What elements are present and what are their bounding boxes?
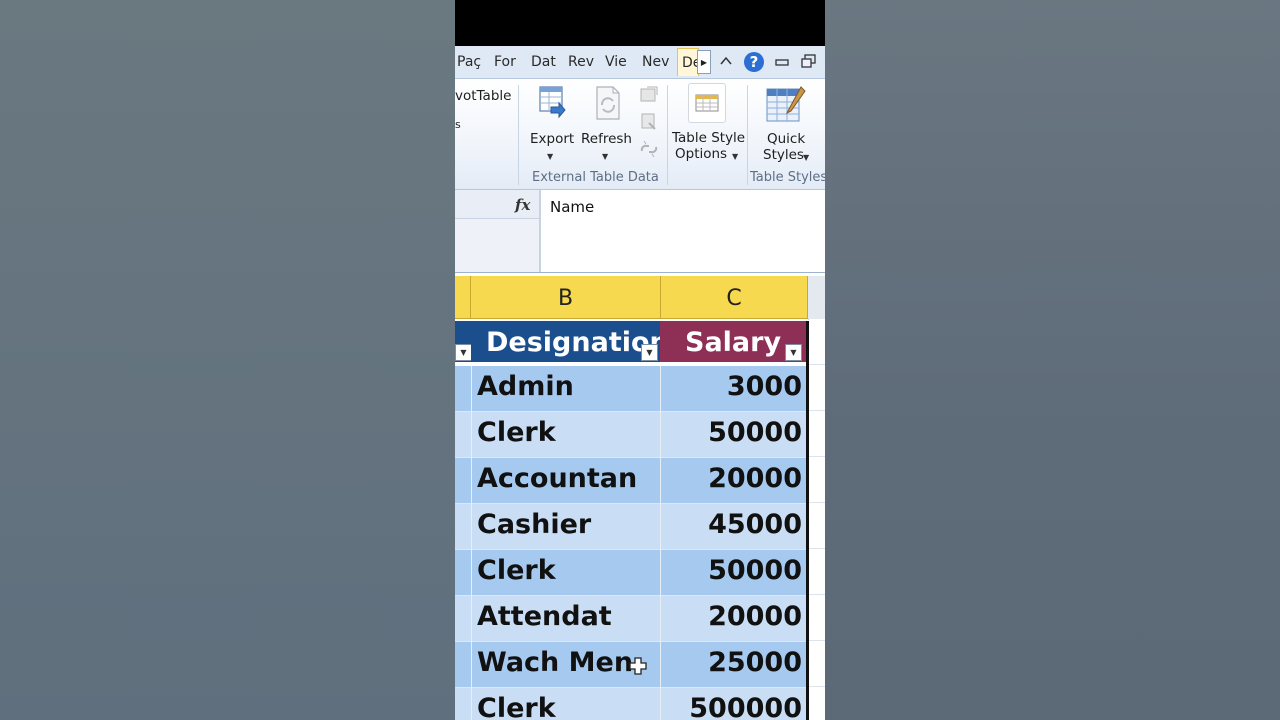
export-dropdown-icon: ▼ [547, 152, 554, 161]
table-row: Clerk 50000 [455, 412, 808, 458]
table-style-options-label-1: Table Style [672, 130, 746, 146]
export-button[interactable]: Export ▼ [527, 83, 577, 163]
formula-bar-divider [539, 190, 540, 272]
cell-select-cursor-icon [629, 657, 647, 675]
designation-cell[interactable]: Accountan [477, 463, 637, 494]
salary-cell[interactable]: 50000 [708, 417, 802, 448]
designation-cell[interactable]: Clerk [477, 693, 556, 720]
ribbon-separator [667, 85, 668, 185]
black-top-bar [455, 0, 825, 46]
table-header-cell-a[interactable]: ▼ [455, 321, 472, 362]
column-header-a[interactable] [455, 276, 471, 319]
minimize-ribbon-icon[interactable] [720, 54, 732, 70]
table-style-options-dropdown-icon: ▼ [732, 152, 739, 161]
table-row: Admin 3000 [455, 366, 808, 412]
tab-formulas[interactable]: For [494, 54, 516, 70]
pivottable-label[interactable]: votTable [455, 88, 511, 104]
designation-cell[interactable]: Attendat [477, 601, 612, 632]
worksheet-grid: B C ▼ Designation ▼ Salary ▼ Admin 3000 … [455, 276, 825, 720]
salary-cell[interactable]: 25000 [708, 647, 802, 678]
window-minimize-icon[interactable] [775, 56, 789, 72]
quick-styles-dropdown-icon: ▼ [803, 153, 810, 162]
refresh-dropdown-icon: ▼ [602, 152, 609, 161]
table-row: Clerk 50000 [455, 550, 808, 596]
salary-cell[interactable]: 50000 [708, 555, 802, 586]
window-restore-icon[interactable] [801, 54, 816, 72]
excel-window: Paç For Dat Rev Vie Nev De ▶ ? votTable … [455, 0, 825, 720]
insert-function-icon[interactable]: fx [515, 196, 530, 214]
properties-icon[interactable] [639, 85, 659, 107]
designation-cell[interactable]: Admin [477, 371, 574, 402]
designation-cell[interactable]: Clerk [477, 555, 556, 586]
column-header-b[interactable]: B [471, 276, 661, 319]
salary-filter-dropdown-icon[interactable]: ▼ [785, 344, 802, 361]
table-styles-group-label: Table Styles [750, 170, 825, 185]
salary-cell[interactable]: 20000 [708, 463, 802, 494]
tab-new[interactable]: Nev [642, 54, 669, 70]
tab-scroll-right-icon[interactable]: ▶ [697, 50, 711, 74]
column-d-cells[interactable] [809, 319, 825, 720]
table-header-cell-designation[interactable]: Designation ▼ [471, 321, 669, 362]
designation-filter-dropdown-icon[interactable]: ▼ [641, 344, 658, 361]
ribbon-tab-bar: Paç For Dat Rev Vie Nev De [455, 46, 825, 79]
table-row: Accountan 20000 [455, 458, 808, 504]
refresh-icon [593, 85, 623, 125]
table-row: Attendat 20000 [455, 596, 808, 642]
name-box-expanded-area [455, 219, 541, 272]
ribbon-separator [518, 85, 519, 185]
salary-cell[interactable]: 45000 [708, 509, 802, 540]
designation-cell[interactable]: Wach Men [477, 647, 633, 678]
filter-dropdown-icon[interactable]: ▼ [455, 344, 472, 361]
background-right [825, 0, 1280, 720]
tab-review[interactable]: Rev [568, 54, 594, 70]
table-header-cell-salary[interactable]: Salary ▼ [660, 321, 808, 362]
salary-cell[interactable]: 3000 [727, 371, 802, 402]
quick-styles-label-2: Styles [763, 147, 804, 163]
salary-cell[interactable]: 20000 [708, 601, 802, 632]
table-style-options-label-2: Options [675, 146, 728, 162]
salary-header: Salary [685, 327, 782, 358]
open-in-browser-icon[interactable] [639, 111, 659, 135]
left-label-fragment: s [455, 118, 461, 131]
table-style-options-button[interactable]: Table Style Options ▼ [671, 81, 745, 165]
refresh-button[interactable]: Refresh ▼ [581, 83, 633, 163]
tab-page-layout[interactable]: Paç [457, 54, 481, 70]
table-style-options-icon [688, 83, 726, 123]
table-row: Clerk 500000 [455, 688, 808, 720]
formula-input[interactable]: Name [550, 198, 594, 216]
table-row: Cashier 45000 [455, 504, 808, 550]
external-table-data-group-label: External Table Data [532, 170, 659, 185]
tab-data[interactable]: Dat [531, 54, 556, 70]
quick-styles-icon [765, 85, 807, 129]
column-header-c[interactable]: C [661, 276, 808, 319]
salary-cell[interactable]: 500000 [689, 693, 802, 720]
unlink-icon[interactable] [639, 139, 659, 163]
refresh-label: Refresh [581, 131, 632, 147]
formula-bar: fx Name [455, 190, 825, 273]
quick-styles-button[interactable]: Quick Styles ▼ [755, 83, 821, 167]
background-left [0, 0, 455, 720]
tab-design[interactable]: De [677, 48, 699, 76]
help-icon[interactable]: ? [744, 52, 764, 72]
designation-cell[interactable]: Clerk [477, 417, 556, 448]
tab-view[interactable]: Vie [605, 54, 627, 70]
export-icon [537, 85, 567, 125]
export-label: Export [530, 131, 575, 147]
ribbon-panel: votTable s Export ▼ Refresh ▼ External T… [455, 79, 825, 190]
quick-styles-label-1: Quick [767, 131, 806, 147]
ribbon-separator [747, 85, 748, 185]
column-header-d[interactable] [808, 276, 825, 320]
designation-cell[interactable]: Cashier [477, 509, 591, 540]
